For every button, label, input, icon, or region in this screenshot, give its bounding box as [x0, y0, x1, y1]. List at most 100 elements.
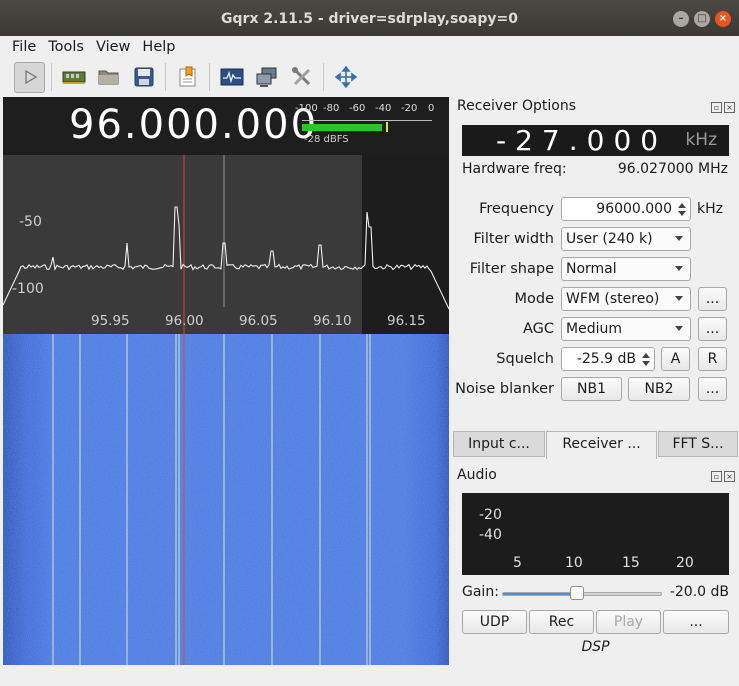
float-icon[interactable]: ▫: [711, 102, 722, 113]
mode-options-button[interactable]: ...: [698, 287, 727, 311]
tab-receiver-options[interactable]: Receiver ...: [546, 431, 657, 459]
menu-file[interactable]: File: [6, 36, 42, 58]
audio-x-label: 10: [565, 555, 583, 571]
spin-down-icon[interactable]: [642, 361, 650, 366]
agc-row: AGC Medium ...: [452, 317, 739, 343]
menu-view[interactable]: View: [90, 36, 136, 58]
tools-icon[interactable]: [286, 62, 317, 93]
close-icon[interactable]: ×: [715, 11, 731, 27]
offset-display[interactable]: -27.000 kHz: [462, 125, 729, 156]
receiver-options-title: Receiver Options: [457, 98, 577, 114]
nb1-button[interactable]: NB1: [561, 377, 622, 401]
meter-peak: [385, 122, 388, 132]
offset-value: -27.000: [496, 124, 668, 157]
signal-meter: -100 -80 -60 -40 -20 0 -28 dBFS: [294, 103, 436, 151]
squelch-label: Squelch: [496, 351, 554, 367]
nb2-button[interactable]: NB2: [628, 377, 690, 401]
squelch-value: -25.9 dB: [576, 351, 636, 367]
squelch-reset-button[interactable]: R: [698, 347, 727, 371]
waterfall-noise: [3, 334, 449, 665]
filter-shape-value: Normal: [566, 261, 617, 277]
tab-fft-settings[interactable]: FFT S...: [658, 431, 738, 457]
meter-fill: [302, 124, 382, 131]
toolbar: [0, 58, 739, 96]
mode-select[interactable]: WFM (stereo): [561, 287, 691, 311]
save-icon[interactable]: [128, 62, 159, 93]
toolbar-separator: [209, 63, 210, 91]
toolbar-separator: [51, 63, 52, 91]
offset-unit: kHz: [685, 130, 717, 150]
udp-button[interactable]: UDP: [462, 610, 527, 634]
close-icon[interactable]: ×: [724, 102, 735, 113]
mode-row: Mode WFM (stereo) ...: [452, 287, 739, 313]
spin-down-icon[interactable]: [678, 211, 686, 216]
chevron-down-icon: [675, 296, 683, 301]
audio-title: Audio: [457, 467, 497, 483]
spectrum-x-label: 96.10: [313, 313, 352, 329]
spectrum-x-label: 96.00: [165, 313, 204, 329]
agc-select[interactable]: Medium: [561, 317, 691, 341]
filter-passband[interactable]: [3, 155, 362, 334]
window-title: Gqrx 2.11.5 - driver=sdrplay,soapy=0: [221, 11, 518, 27]
io-devices-icon[interactable]: [251, 62, 282, 93]
toolbar-separator: [165, 63, 166, 91]
gain-slider[interactable]: [502, 586, 662, 600]
hardware-freq-row: Hardware freq: 96.027000 MHz: [462, 161, 730, 177]
meter-tick: -80: [323, 103, 340, 114]
nb-options-button[interactable]: ...: [698, 377, 727, 401]
spin-up-icon[interactable]: [642, 353, 650, 358]
audio-options-button[interactable]: ...: [663, 610, 729, 634]
squelch-auto-button[interactable]: A: [661, 347, 690, 371]
toolbar-separator: [323, 63, 324, 91]
play-button[interactable]: Play: [596, 610, 661, 634]
meter-tick: -20: [401, 103, 418, 114]
menu-help[interactable]: Help: [136, 36, 181, 58]
filter-shape-label: Filter shape: [469, 261, 554, 277]
minimize-icon[interactable]: –: [673, 11, 689, 27]
float-icon[interactable]: ▫: [711, 471, 722, 482]
maximize-icon[interactable]: □: [694, 11, 710, 27]
close-icon[interactable]: ×: [724, 471, 735, 482]
spectrum-x-label: 96.15: [387, 313, 426, 329]
frequency-area: 96.000.000 -100 -80 -60 -40 -20 0 -28 dB…: [3, 97, 449, 155]
bookmark-icon[interactable]: [172, 62, 203, 93]
gain-slider-handle[interactable]: [569, 586, 584, 600]
open-folder-icon[interactable]: [93, 62, 124, 93]
frequency-label: Frequency: [479, 201, 554, 217]
window-titlebar[interactable]: Gqrx 2.11.5 - driver=sdrplay,soapy=0 – □…: [0, 0, 739, 36]
mode-label: Mode: [514, 291, 554, 307]
audio-fft-plot[interactable]: -20 -40 5 10 15 20: [462, 493, 729, 575]
menu-tools[interactable]: Tools: [42, 36, 90, 58]
filter-shape-select[interactable]: Normal: [561, 257, 691, 281]
spin-up-icon[interactable]: [678, 203, 686, 208]
frequency-unit: kHz: [697, 201, 723, 217]
frequency-display[interactable]: 96.000.000: [69, 102, 318, 148]
hardware-icon[interactable]: [58, 62, 89, 93]
audio-x-label: 20: [676, 555, 694, 571]
rec-button[interactable]: Rec: [529, 610, 594, 634]
filter-shape-row: Filter shape Normal: [452, 257, 739, 283]
tab-input-controls[interactable]: Input c...: [453, 431, 545, 457]
agc-label: AGC: [522, 321, 554, 337]
meter-tick: -60: [349, 103, 366, 114]
audio-x-label: 15: [622, 555, 640, 571]
fft-settings-icon[interactable]: [216, 62, 247, 93]
squelch-row: Squelch -25.9 dB A R: [452, 347, 739, 373]
waterfall-display[interactable]: [3, 334, 449, 665]
agc-options-button[interactable]: ...: [698, 317, 727, 341]
plotter-panel: 96.000.000 -100 -80 -60 -40 -20 0 -28 dB…: [3, 97, 449, 665]
filter-width-value: User (240 k): [566, 231, 653, 247]
spectrum-plot[interactable]: -50 -100 95.95 96.00 96.05 96.10 96.15: [3, 155, 449, 334]
menu-bar: File Tools View Help: [0, 36, 739, 58]
frequency-input[interactable]: 96000.000: [561, 197, 691, 221]
meter-bar: [302, 120, 432, 132]
spectrum-outside-band: [362, 155, 449, 334]
fullscreen-icon[interactable]: [330, 62, 361, 93]
meter-tick: -100: [295, 103, 318, 114]
dock-tabs: Input c... Receiver ... FFT S...: [452, 431, 739, 459]
filter-width-select[interactable]: User (240 k): [561, 227, 691, 251]
audio-y-label: -40: [479, 527, 502, 543]
frequency-row: Frequency 96000.000 kHz: [452, 197, 739, 223]
squelch-input[interactable]: -25.9 dB: [561, 347, 655, 371]
play-icon[interactable]: [14, 61, 45, 93]
